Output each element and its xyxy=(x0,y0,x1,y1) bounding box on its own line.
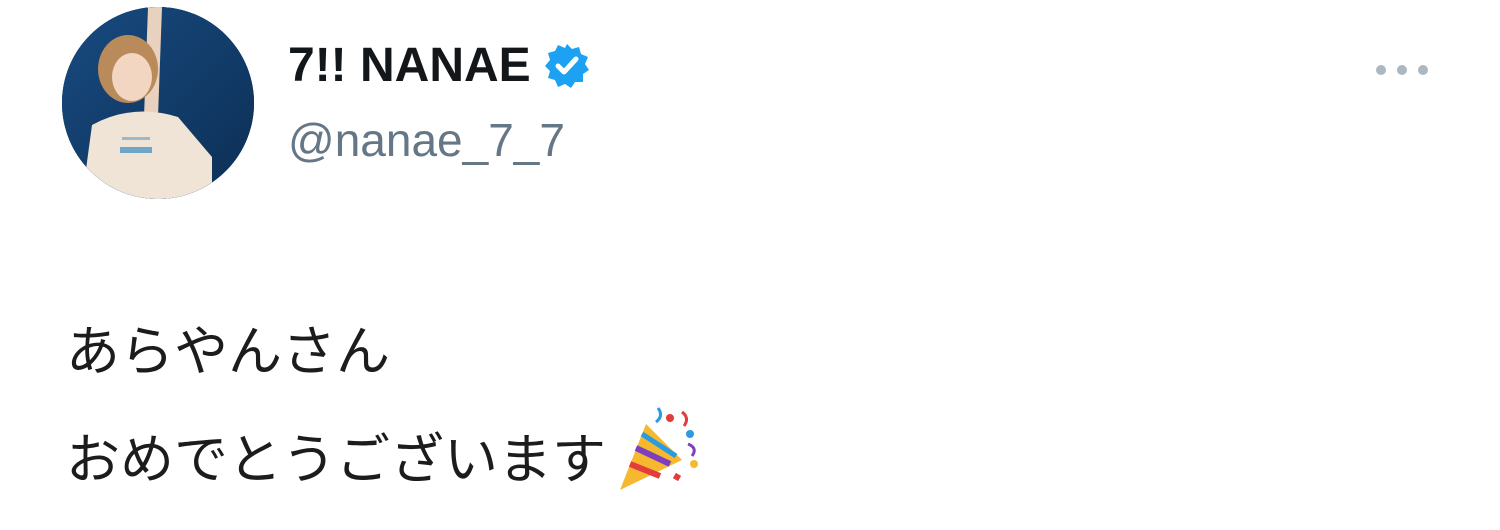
display-name-text: 7!! NANAE xyxy=(288,39,531,92)
verified-badge-icon xyxy=(543,42,591,90)
more-dot xyxy=(1376,65,1386,75)
tweet-text: あらやんさん おめでとうございます xyxy=(66,300,702,512)
more-options-icon[interactable] xyxy=(1370,54,1434,86)
tweet-text-line-2-text: おめでとうございます xyxy=(66,428,606,491)
display-name[interactable]: 7!! NANAE xyxy=(288,36,591,96)
tweet-text-line-2: おめでとうございます xyxy=(66,404,702,512)
avatar-photo xyxy=(62,7,254,199)
more-dot xyxy=(1397,65,1407,75)
party-popper-emoji-icon xyxy=(610,404,702,496)
user-handle[interactable]: @nanae_7_7 xyxy=(288,110,565,170)
avatar[interactable] xyxy=(62,7,254,199)
more-dot xyxy=(1418,65,1428,75)
tweet-text-line-1: あらやんさん xyxy=(66,320,390,383)
